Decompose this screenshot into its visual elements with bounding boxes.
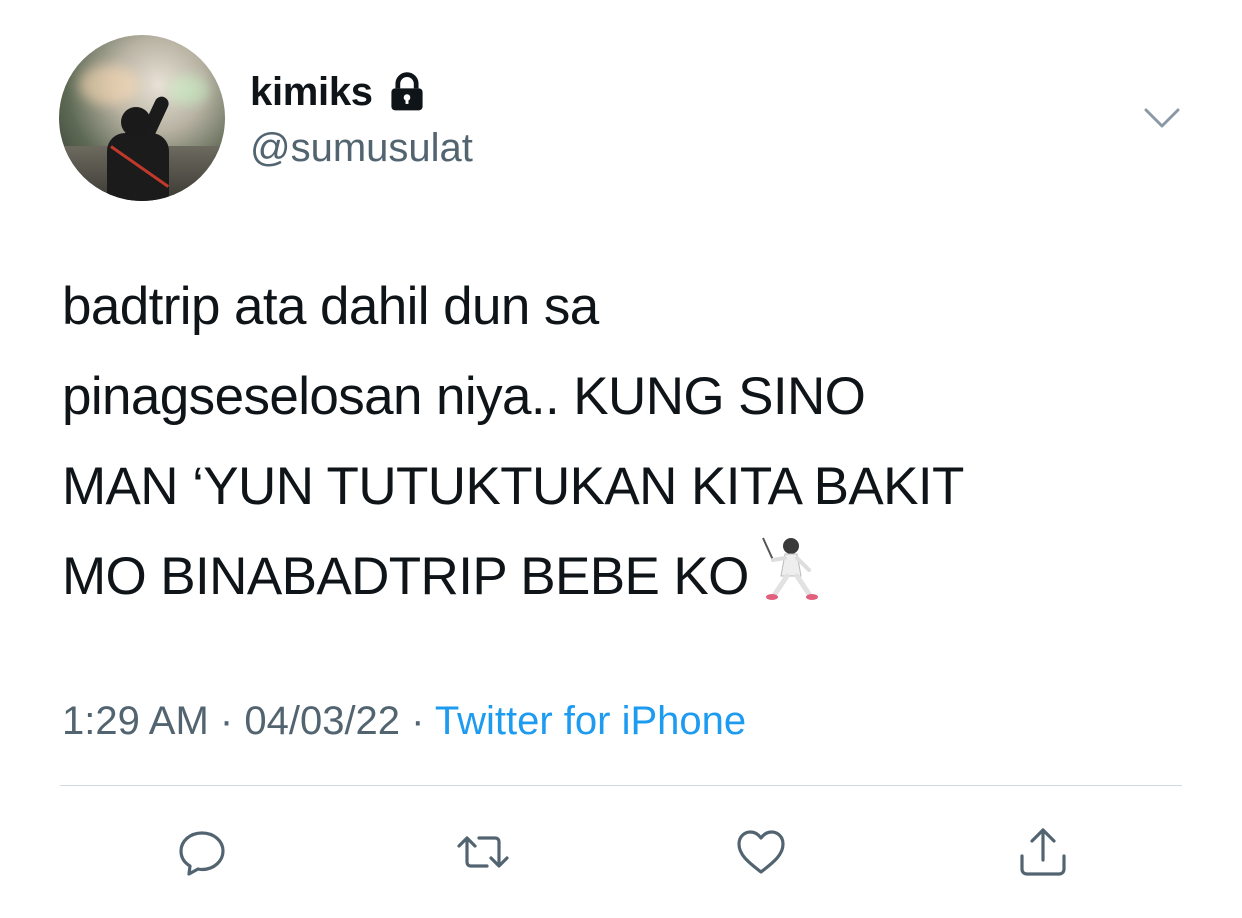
tweet-source-link[interactable]: Twitter for iPhone	[435, 699, 746, 743]
retweet-icon	[457, 836, 509, 868]
share-button[interactable]	[1011, 820, 1075, 884]
retweet-button[interactable]	[451, 820, 515, 884]
user-handle[interactable]: @sumusulat	[250, 124, 473, 172]
heart-icon	[737, 830, 785, 874]
meta-separator: ·	[219, 699, 234, 743]
tweet-line: MAN ‘YUN TUTUKTUKAN KITA BAKIT	[62, 457, 964, 516]
tweet-line: badtrip ata dahil dun sa	[62, 277, 599, 336]
tweet-date[interactable]: 04/03/22	[244, 699, 400, 743]
chevron-down-icon[interactable]	[1140, 100, 1184, 136]
fencer-emoji	[761, 537, 818, 600]
share-icon	[1020, 828, 1066, 876]
tweet-time[interactable]: 1:29 AM	[62, 699, 209, 743]
tweet-text: badtrip ata dahil dun sa pinagseselosan …	[62, 262, 1192, 622]
tweet-meta: 1:29 AM · 04/03/22 · Twitter for iPhone	[62, 696, 746, 746]
avatar-light	[79, 65, 139, 105]
tweet-line: pinagseselosan niya.. KUNG SINO	[62, 367, 866, 426]
reply-button[interactable]	[170, 820, 234, 884]
display-name-text[interactable]: kimiks	[250, 68, 373, 116]
avatar[interactable]	[59, 35, 225, 201]
lock-icon	[391, 72, 423, 111]
avatar-light	[169, 75, 209, 105]
tweet-line: MO BINABADTRIP BEBE KO	[62, 547, 749, 606]
avatar-head	[121, 107, 151, 137]
divider	[60, 785, 1182, 786]
reply-icon	[179, 831, 225, 876]
meta-separator: ·	[411, 699, 425, 743]
display-name[interactable]: kimiks	[250, 68, 429, 116]
like-button[interactable]	[729, 820, 793, 884]
